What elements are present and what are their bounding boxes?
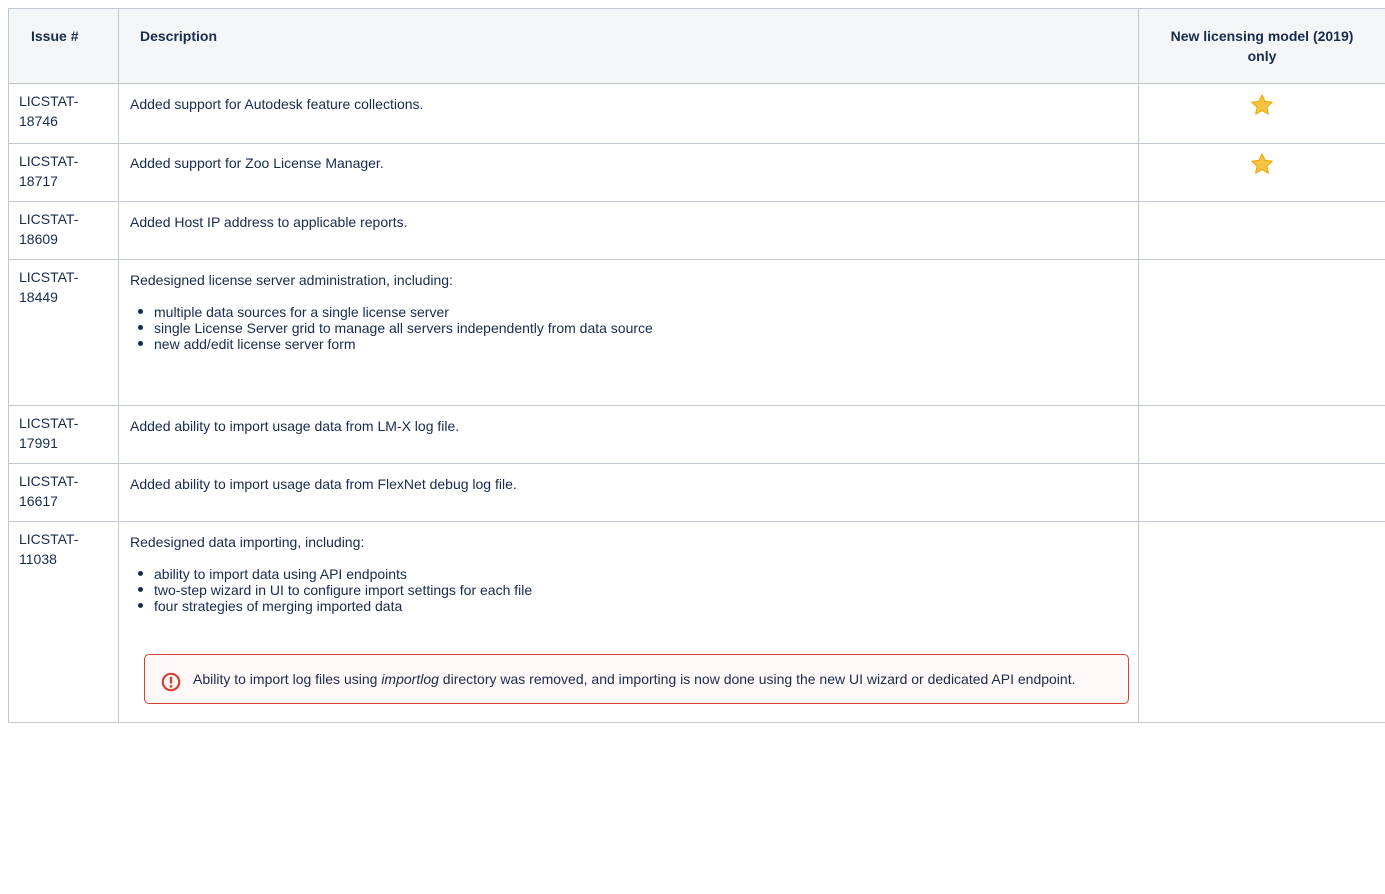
model-cell	[1138, 463, 1385, 522]
issue-cell: LICSTAT-18609	[8, 201, 119, 260]
model-cell	[1138, 143, 1385, 202]
description-text: Redesigned data importing, including:	[130, 534, 365, 550]
issue-cell: LICSTAT-17991	[8, 405, 119, 464]
bullet-list: ability to import data using API endpoin…	[130, 566, 1138, 614]
table-row: LICSTAT-17991 Added ability to import us…	[8, 405, 1385, 464]
issue-id: LICSTAT-11038	[19, 531, 79, 567]
issue-cell: LICSTAT-11038	[8, 521, 119, 723]
issue-cell: LICSTAT-18449	[8, 259, 119, 406]
description-text: Added support for Zoo License Manager.	[130, 155, 384, 171]
table-row: LICSTAT-16617 Added ability to import us…	[8, 463, 1385, 522]
list-item: single License Server grid to manage all…	[138, 320, 1128, 336]
list-item: four strategies of merging imported data	[138, 598, 1138, 614]
description-text: Added ability to import usage data from …	[130, 418, 460, 434]
exclamation-circle-icon	[161, 672, 181, 697]
description-cell: Added support for Autodesk feature colle…	[118, 83, 1139, 144]
table-row: LICSTAT-18746 Added support for Autodesk…	[8, 83, 1385, 144]
model-cell	[1138, 521, 1385, 723]
star-icon	[1251, 153, 1273, 174]
header-issue: Issue #	[8, 8, 119, 84]
table-row: LICSTAT-18609 Added Host IP address to a…	[8, 201, 1385, 260]
issue-cell: LICSTAT-18717	[8, 143, 119, 202]
description-cell: Redesigned license server administration…	[118, 259, 1139, 406]
issue-id: LICSTAT-16617	[19, 473, 79, 509]
list-item: two-step wizard in UI to configure impor…	[138, 582, 1138, 598]
model-cell	[1138, 259, 1385, 406]
table-row: LICSTAT-18717 Added support for Zoo Lice…	[8, 143, 1385, 202]
bullet-list: multiple data sources for a single licen…	[130, 304, 1128, 352]
issue-cell: LICSTAT-18746	[8, 83, 119, 144]
model-cell	[1138, 201, 1385, 260]
description-text: Added Host IP address to applicable repo…	[130, 214, 408, 230]
issue-id: LICSTAT-18746	[19, 93, 79, 129]
warning-emphasis: importlog	[381, 671, 439, 687]
model-cell	[1138, 83, 1385, 144]
list-item: ability to import data using API endpoin…	[138, 566, 1138, 582]
list-item: multiple data sources for a single licen…	[138, 304, 1128, 320]
issue-id: LICSTAT-17991	[19, 415, 79, 451]
release-notes-table: Issue # Description New licensing model …	[8, 8, 1385, 723]
list-item: new add/edit license server form	[138, 336, 1128, 352]
description-cell: Added ability to import usage data from …	[118, 405, 1139, 464]
table-row: LICSTAT-18449 Redesigned license server …	[8, 259, 1385, 406]
header-new-licensing-model: New licensing model (2019) only	[1138, 8, 1385, 84]
issue-id: LICSTAT-18449	[19, 269, 79, 305]
description-text: Added ability to import usage data from …	[130, 476, 517, 492]
header-description: Description	[118, 8, 1139, 84]
issue-id: LICSTAT-18609	[19, 211, 79, 247]
table-row: LICSTAT-11038 Redesigned data importing,…	[8, 521, 1385, 723]
description-text: Redesigned license server administration…	[130, 272, 453, 288]
description-cell: Added support for Zoo License Manager.	[118, 143, 1139, 202]
model-cell	[1138, 405, 1385, 464]
issue-cell: LICSTAT-16617	[8, 463, 119, 522]
star-icon	[1251, 94, 1273, 115]
warning-panel: Ability to import log files using import…	[144, 654, 1129, 704]
warning-text: Ability to import log files using import…	[193, 671, 1076, 687]
issue-id: LICSTAT-18717	[19, 153, 79, 189]
description-cell: Added Host IP address to applicable repo…	[118, 201, 1139, 260]
header-row: Issue # Description New licensing model …	[8, 8, 1385, 84]
description-cell: Added ability to import usage data from …	[118, 463, 1139, 522]
description-cell: Redesigned data importing, including: ab…	[118, 521, 1139, 723]
description-text: Added support for Autodesk feature colle…	[130, 96, 424, 112]
